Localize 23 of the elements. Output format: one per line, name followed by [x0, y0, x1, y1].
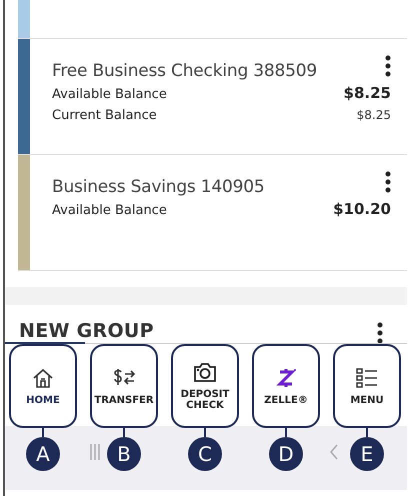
balance-amount: $8.25 [356, 107, 391, 124]
nav-tab[interactable]: HOME [9, 344, 77, 428]
account-card[interactable]: Free Business Checking 388509 Available Balance $8.25 Current Balance $8.25 [18, 38, 407, 154]
more-options-icon[interactable] [377, 322, 383, 344]
balance-label: Current Balance [52, 107, 157, 125]
account-name: Free Business Checking 388509 [52, 61, 317, 81]
balance-amount: $8.25 [344, 83, 391, 104]
nav-tab[interactable]: DEPOSIT CHECK [171, 344, 239, 428]
nav-tab[interactable]: TRANSFER [90, 344, 158, 428]
account-name: Business Savings 140905 [52, 177, 264, 197]
more-options-icon[interactable] [385, 171, 391, 193]
menu-icon [355, 366, 379, 388]
more-options-icon[interactable] [385, 55, 391, 77]
group-title: NEW GROUP [19, 321, 154, 341]
balance-amount: $10.20 [333, 199, 391, 220]
balance-label: Available Balance [52, 202, 167, 220]
nav-tab[interactable]: ZELLE® [252, 344, 320, 428]
balance-label: Available Balance [52, 86, 167, 104]
home-icon [32, 366, 54, 388]
account-card[interactable]: Business Savings 140905 Available Balance $10.20 [18, 154, 407, 270]
nav-tab[interactable]: MENU [333, 344, 401, 428]
zelle-logo-icon [275, 366, 297, 388]
camera-icon [193, 361, 217, 383]
